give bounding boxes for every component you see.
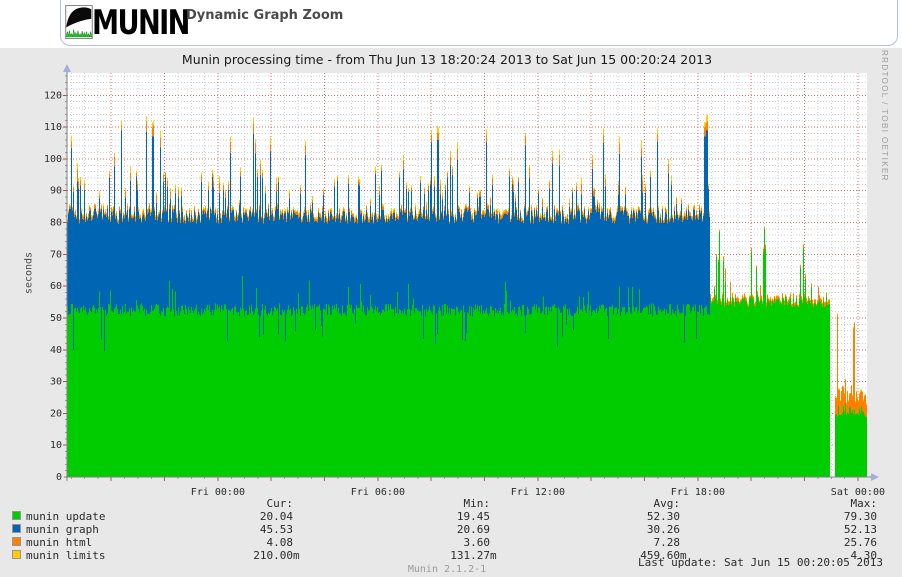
munin-dynazoom-page: MUNIN Dynamic Graph Zoom Munin processin… [0,0,902,577]
legend-value-graph-cur: 45.53 [150,523,293,536]
legend-swatch-limits [13,551,20,558]
legend-unit-limits-min: m [490,549,500,562]
legend-value-html-avg: 7.28 [537,536,680,549]
legend-value-html-cur: 4.08 [150,536,293,549]
legend-value-graph-max: 52.13 [727,523,877,536]
legend-value-html-min: 3.60 [347,536,490,549]
legend-header-max: Max: [727,497,877,510]
munin-version: Munin 2.1.2-1 [0,564,894,575]
legend: Cur:Min:Avg:Max:munin update20.0419.4552… [0,0,902,577]
legend-value-update-min: 19.45 [347,510,490,523]
legend-value-limits-cur: 210.00 [150,549,293,562]
legend-value-update-max: 79.30 [727,510,877,523]
legend-value-graph-avg: 30.26 [537,523,680,536]
legend-value-limits-min: 131.27 [347,549,490,562]
legend-value-html-max: 25.76 [727,536,877,549]
legend-unit-limits-cur: m [293,549,303,562]
legend-header-cur: Cur: [150,497,293,510]
legend-swatch-graph [13,525,20,532]
legend-value-update-cur: 20.04 [150,510,293,523]
legend-header-avg: Avg: [537,497,680,510]
legend-value-graph-min: 20.69 [347,523,490,536]
legend-swatch-update [13,512,20,519]
legend-header-min: Min: [347,497,490,510]
legend-swatch-html [13,538,20,545]
legend-value-update-avg: 52.30 [537,510,680,523]
